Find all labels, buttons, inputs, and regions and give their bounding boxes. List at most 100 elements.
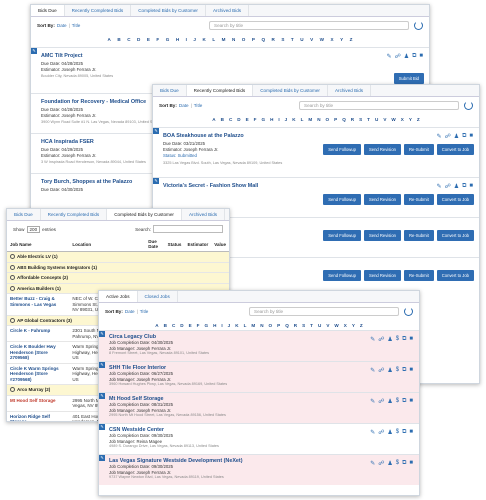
letter-g[interactable]: G [166, 37, 170, 42]
job-card[interactable]: ✎ Las Vegas Signature Westside Developme… [99, 454, 419, 485]
letter-l[interactable]: L [301, 117, 304, 122]
letter-r[interactable]: R [272, 37, 275, 42]
letter-n[interactable]: N [317, 117, 320, 122]
money-icon[interactable]: $ [396, 336, 399, 343]
letter-r[interactable]: R [351, 117, 354, 122]
tab-recently-completed[interactable]: Recently Completed Bids [65, 5, 132, 16]
edit-icon[interactable]: ✎ [437, 183, 442, 190]
delete-icon[interactable]: ■ [409, 367, 413, 374]
col-location[interactable]: Location [69, 237, 146, 252]
edit-icon[interactable]: ✎ [370, 398, 375, 405]
job-name-cell[interactable]: Better Buzz - Craig & Simmons - Las Vega… [7, 293, 70, 316]
send-followup-button[interactable]: Send Followup [323, 270, 361, 281]
convert-to-job-button[interactable]: Convert to Job [436, 230, 474, 241]
letter-c[interactable]: C [172, 323, 175, 328]
send-revision-button[interactable]: Send Revision [363, 194, 401, 205]
copy-icon[interactable]: ⧉ [412, 53, 416, 60]
resubmit-button[interactable]: Re-Submit [403, 270, 434, 281]
letter-e[interactable]: E [147, 37, 150, 42]
delete-icon[interactable]: ■ [469, 183, 473, 190]
letter-h[interactable]: H [176, 37, 179, 42]
letter-a[interactable]: A [108, 37, 111, 42]
letter-g[interactable]: G [261, 117, 265, 122]
bid-card[interactable]: ✎ BOA Steakhouse at the Palazzo Due Date… [153, 127, 479, 177]
job-name-cell[interactable]: Circle K - Fahrump [7, 325, 70, 342]
letter-k[interactable]: K [235, 323, 238, 328]
expand-icon[interactable] [10, 317, 15, 323]
attachment-icon[interactable]: ☍ [378, 336, 384, 343]
letter-c[interactable]: C [229, 117, 232, 122]
letter-u[interactable]: U [375, 117, 378, 122]
bid-title[interactable]: AMC Tilt Project [41, 53, 423, 59]
resubmit-button[interactable]: Re-Submit [403, 194, 434, 205]
search-input[interactable]: Search by title [209, 21, 409, 30]
letter-c[interactable]: C [127, 37, 130, 42]
letter-a[interactable]: A [155, 323, 158, 328]
letter-s[interactable]: S [281, 37, 284, 42]
sort-date-link[interactable]: Date [179, 103, 189, 108]
delete-icon[interactable]: ■ [409, 460, 413, 467]
letter-w[interactable]: W [320, 37, 324, 42]
tab-active-jobs[interactable]: Active Jobs [99, 291, 138, 302]
letter-z[interactable]: Z [360, 323, 363, 328]
edit-icon[interactable]: ✎ [370, 367, 375, 374]
letter-q[interactable]: Q [261, 37, 265, 42]
letter-e[interactable]: E [189, 323, 192, 328]
sort-title-link[interactable]: Title [140, 309, 149, 314]
delete-icon[interactable]: ■ [409, 398, 413, 405]
tab-recently-completed[interactable]: Recently Completed Bids [41, 209, 108, 220]
letter-d[interactable]: D [137, 37, 140, 42]
letter-z[interactable]: Z [350, 37, 353, 42]
users-icon[interactable]: ♟ [454, 183, 459, 190]
tab-bids-due[interactable]: Bids Due [153, 85, 187, 96]
delete-icon[interactable]: ■ [409, 336, 413, 343]
delete-icon[interactable]: ■ [409, 429, 413, 436]
letter-v[interactable]: V [383, 117, 386, 122]
send-revision-button[interactable]: Send Revision [363, 144, 401, 155]
job-name-cell[interactable]: Horizon Ridge Self Storage [7, 411, 70, 421]
tab-completed-by-customer[interactable]: Completed Bids by Customer [107, 209, 182, 220]
attachment-icon[interactable]: ☍ [445, 183, 451, 190]
letter-b[interactable]: B [221, 117, 224, 122]
job-name-cell[interactable]: Circle K Warm Springs Henderson (Store #… [7, 363, 70, 385]
users-icon[interactable]: ♟ [387, 336, 392, 343]
letter-d[interactable]: D [237, 117, 240, 122]
expand-icon[interactable] [10, 387, 15, 393]
letter-o[interactable]: O [269, 323, 273, 328]
col-status[interactable]: Status [164, 237, 185, 252]
letter-p[interactable]: P [277, 323, 280, 328]
group-row[interactable]: Able Electric LV (1) [7, 251, 229, 263]
letter-k[interactable]: K [202, 37, 205, 42]
letter-j[interactable]: J [193, 37, 196, 42]
users-icon[interactable]: ♟ [387, 367, 392, 374]
tab-recently-completed[interactable]: Recently Completed Bids [186, 85, 254, 96]
send-revision-button[interactable]: Send Revision [363, 270, 401, 281]
tab-archived-bids[interactable]: Archived Bids [328, 85, 372, 96]
users-icon[interactable]: ♟ [404, 53, 409, 60]
letter-x[interactable]: X [330, 37, 333, 42]
tab-archived-bids[interactable]: Archived Bids [206, 5, 250, 16]
users-icon[interactable]: ♟ [454, 133, 459, 140]
col-estimator[interactable]: Estimator [184, 237, 212, 252]
attachment-icon[interactable]: ☍ [378, 460, 384, 467]
edit-icon[interactable]: ✎ [370, 460, 375, 467]
resubmit-button[interactable]: Re-Submit [403, 230, 434, 241]
job-name-cell[interactable]: Mt Hood Self Storage [7, 395, 70, 412]
expand-icon[interactable] [10, 275, 15, 281]
attachment-icon[interactable]: ☍ [445, 133, 451, 140]
tab-completed-by-customer[interactable]: Completed Bids by Customer [131, 5, 206, 16]
job-name-cell[interactable]: Circle K Boulder Hwy Henderson (Store 27… [7, 341, 70, 364]
job-card[interactable]: ✎ SHH Tile Floor Interior Job Completion… [99, 361, 419, 392]
letter-f[interactable]: F [197, 323, 200, 328]
tab-archived-bids[interactable]: Archived Bids [182, 209, 226, 220]
letter-m[interactable]: M [222, 37, 226, 42]
money-icon[interactable]: $ [396, 367, 399, 374]
letter-q[interactable]: Q [285, 323, 289, 328]
letter-w[interactable]: W [391, 117, 395, 122]
letter-u[interactable]: U [300, 37, 303, 42]
job-card[interactable]: ✎ CSN Westside Center Job Completion Dat… [99, 423, 419, 454]
convert-to-job-button[interactable]: Convert to Job [436, 144, 474, 155]
tab-completed-by-customer[interactable]: Completed Bids by Customer [253, 85, 328, 96]
refresh-icon[interactable] [464, 101, 473, 110]
letter-t[interactable]: T [310, 323, 313, 328]
